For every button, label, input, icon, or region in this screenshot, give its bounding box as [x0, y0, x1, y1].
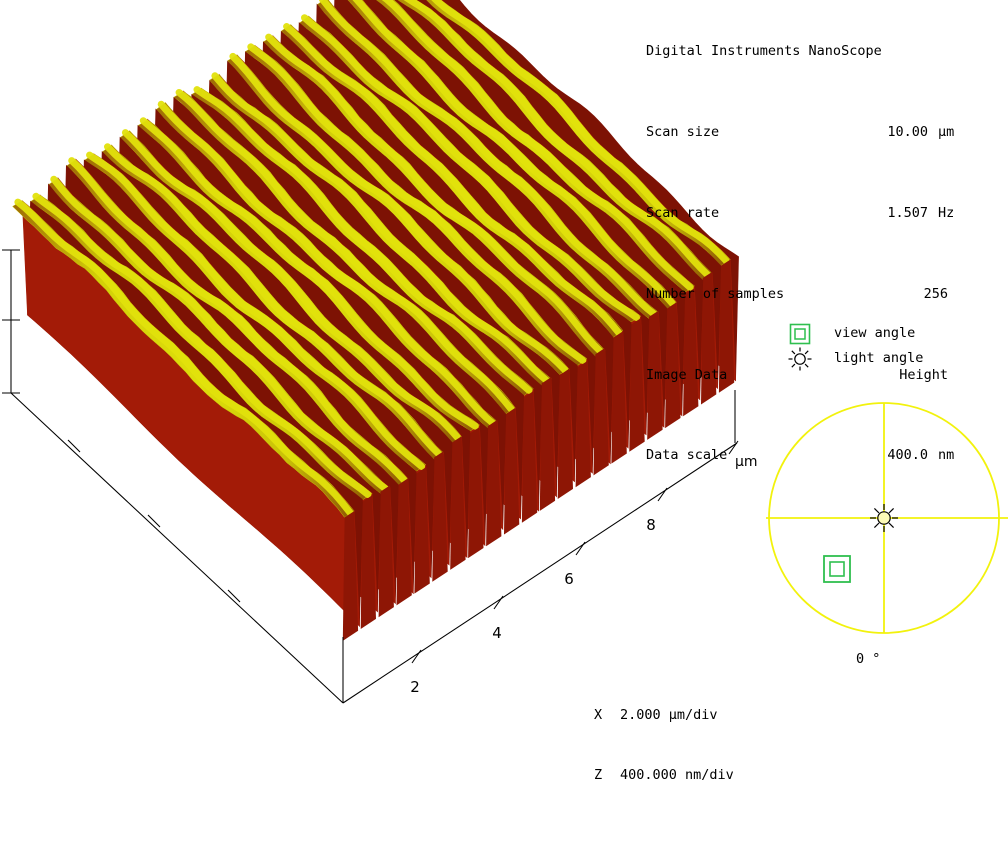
param-unit: Hz — [938, 205, 955, 222]
param-number-of-samples: Number of samples 256 — [646, 284, 1006, 304]
param-scan-rate: Scan rate 1.507 Hz — [646, 203, 1006, 223]
scale-row-z: Z 400.000 nm/div — [594, 765, 734, 785]
svg-text:4: 4 — [492, 624, 502, 642]
svg-text:6: 6 — [564, 570, 574, 588]
light-angle-sun-icon — [788, 347, 822, 371]
scale-axis-letter: Z — [594, 767, 603, 783]
compass-view-angle-marker — [823, 555, 851, 583]
z-axis — [2, 249, 20, 394]
y-depth-axis — [10, 392, 344, 704]
scale-axis-value: 2.000 µm/div — [620, 707, 718, 723]
param-value: 10.00 — [887, 124, 928, 141]
legend-label-view-angle: view angle — [834, 325, 916, 341]
param-label: Number of samples — [646, 285, 785, 302]
legend-row-light-angle: light angle — [788, 347, 1008, 372]
param-unit: µm — [938, 124, 955, 141]
param-label: Data scale — [646, 447, 728, 464]
svg-text:2: 2 — [410, 678, 420, 696]
param-label: Image Data — [646, 366, 728, 383]
scale-axis-value: 400.000 nm/div — [620, 767, 734, 783]
angle-legend: view angle light angle — [788, 322, 1008, 372]
param-label: Scan rate — [646, 205, 720, 222]
compass-angle-label: 0 ° — [856, 651, 881, 667]
legend-row-view-angle: view angle — [788, 322, 1008, 347]
param-value: 1.507 — [887, 205, 928, 222]
scale-row-x: X 2.000 µm/div — [594, 705, 718, 725]
param-label: Scan size — [646, 124, 720, 141]
axis-scale-legend: X 2.000 µm/div Z 400.000 nm/div — [594, 665, 734, 805]
compass-light-angle-marker — [870, 504, 898, 532]
scale-axis-letter: X — [594, 707, 603, 723]
view-angle-marker-icon — [788, 322, 822, 346]
angle-compass-widget[interactable] — [760, 392, 1008, 652]
legend-label-light-angle: light angle — [834, 350, 924, 366]
instrument-title: Digital Instruments NanoScope — [646, 43, 882, 60]
param-scan-size: Scan size 10.00 µm — [646, 122, 1006, 142]
param-value: 256 — [923, 285, 948, 302]
